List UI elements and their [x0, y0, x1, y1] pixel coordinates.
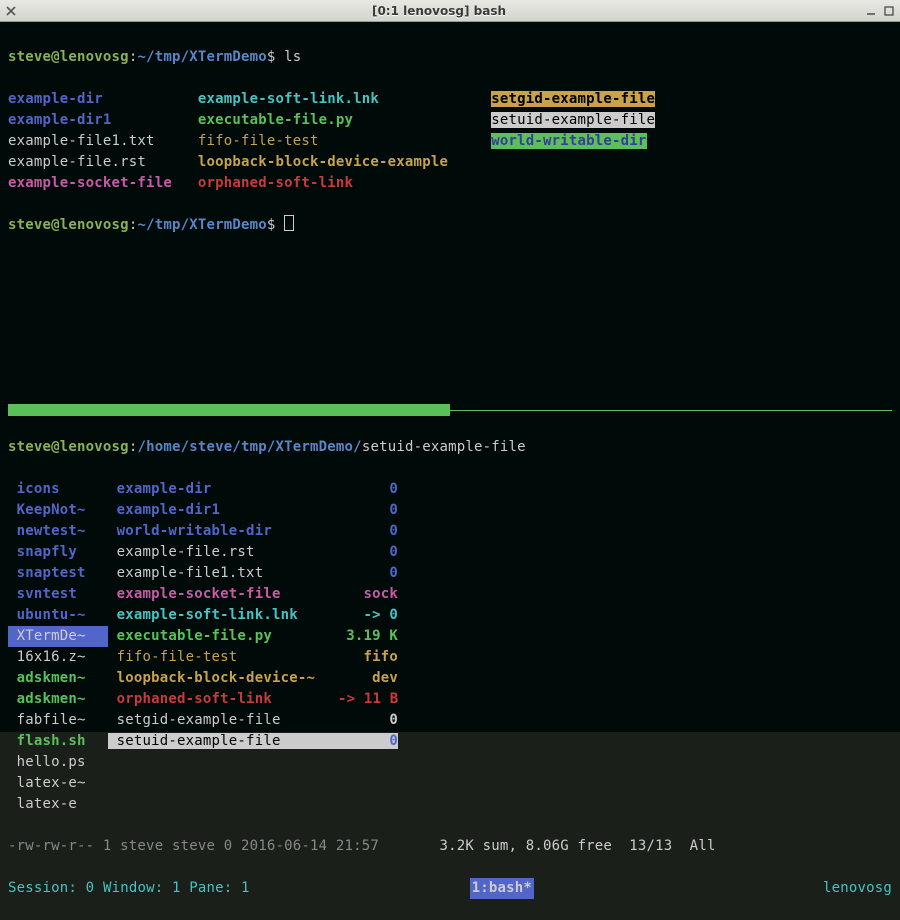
mc-left-item[interactable]: icons: [8, 479, 108, 500]
ls-row: example-dir1 executable-file.py setuid-e…: [8, 110, 892, 131]
ls-item: setuid-example-file: [491, 112, 655, 128]
mc-row[interactable]: XTermDe~ executable-file.py 3.19 K: [8, 626, 892, 647]
mc-row[interactable]: latex-e~: [8, 773, 892, 794]
pane-divider[interactable]: [8, 404, 892, 416]
close-icon[interactable]: [4, 4, 18, 18]
mc-row[interactable]: ubuntu-~ example-soft-link.lnk -> 0: [8, 605, 892, 626]
prompt-line-1: steve@lenovosg:~/tmp/XTermDemo$ ls: [8, 47, 892, 68]
mc-left-item[interactable]: adskmen~: [8, 668, 108, 689]
mc-left-item[interactable]: fabfile~: [8, 710, 108, 731]
mc-left-item[interactable]: latex-e~: [8, 773, 108, 794]
mc-row[interactable]: icons example-dir 0: [8, 479, 892, 500]
mc-left-item[interactable]: 16x16.z~: [8, 647, 108, 668]
terminal-area[interactable]: steve@lenovosg:~/tmp/XTermDemo$ ls examp…: [0, 22, 900, 732]
mc-right-item[interactable]: example-dir 0: [108, 481, 398, 497]
ls-command: ls: [284, 49, 301, 65]
mc-row[interactable]: flash.sh setuid-example-file 0: [8, 731, 892, 752]
ls-item: example-dir1: [8, 112, 198, 128]
ls-item: world-writable-dir: [491, 133, 646, 149]
mc-file-list[interactable]: icons example-dir 0 KeepNot~ example-dir…: [8, 479, 892, 815]
ls-row: example-file1.txt fifo-file-test world-w…: [8, 131, 892, 152]
prompt-line-2: steve@lenovosg:~/tmp/XTermDemo$: [8, 215, 892, 236]
ls-item: example-dir: [8, 91, 198, 107]
mc-left-item[interactable]: newtest~: [8, 521, 108, 542]
mc-row[interactable]: adskmen~ loopback-block-device-~ dev: [8, 668, 892, 689]
ls-row: example-socket-file orphaned-soft-link: [8, 173, 892, 194]
mc-row[interactable]: latex-e: [8, 794, 892, 815]
mc-right-item[interactable]: world-writable-dir 0: [108, 523, 398, 539]
tmux-status-bar: Session: 0 Window: 1 Pane: 11:bash*lenov…: [8, 878, 892, 899]
mc-right-item[interactable]: example-socket-file sock: [108, 586, 398, 602]
cursor: [284, 215, 294, 231]
mc-left-item[interactable]: adskmen~: [8, 689, 108, 710]
ls-row: example-file.rst loopback-block-device-e…: [8, 152, 892, 173]
mc-right-item[interactable]: example-file1.txt 0: [108, 565, 398, 581]
mc-row[interactable]: newtest~ world-writable-dir 0: [8, 521, 892, 542]
ls-item: example-file.rst: [8, 154, 198, 170]
mc-right-item[interactable]: fifo-file-test fifo: [108, 649, 398, 665]
mc-left-item[interactable]: snapfly: [8, 542, 108, 563]
mc-left-item[interactable]: svntest: [8, 584, 108, 605]
ls-item: orphaned-soft-link: [198, 175, 491, 191]
mc-row[interactable]: snaptest example-file1.txt 0: [8, 563, 892, 584]
mc-left-item[interactable]: ubuntu-~: [8, 605, 108, 626]
tmux-current-window[interactable]: 1:bash*: [470, 878, 534, 899]
mc-left-item[interactable]: XTermDe~: [8, 626, 108, 647]
mc-right-item[interactable]: example-file.rst 0: [108, 544, 398, 560]
mc-row[interactable]: snapfly example-file.rst 0: [8, 542, 892, 563]
ls-item: fifo-file-test: [198, 133, 491, 149]
mc-row[interactable]: hello.ps: [8, 752, 892, 773]
mc-status-line: -rw-rw-r-- 1 steve steve 0 2016-06-14 21…: [8, 836, 892, 857]
mc-left-item[interactable]: latex-e: [8, 794, 108, 815]
maximize-icon[interactable]: [882, 4, 896, 18]
mc-row[interactable]: KeepNot~ example-dir1 0: [8, 500, 892, 521]
minimize-icon[interactable]: [864, 4, 878, 18]
ls-item: example-file1.txt: [8, 133, 198, 149]
mc-left-item[interactable]: flash.sh: [8, 731, 108, 752]
mc-row[interactable]: svntest example-socket-file sock: [8, 584, 892, 605]
mc-left-item[interactable]: KeepNot~: [8, 500, 108, 521]
mc-left-item[interactable]: hello.ps: [8, 752, 108, 773]
mc-right-item[interactable]: orphaned-soft-link -> 11 B: [108, 691, 398, 707]
mc-right-item[interactable]: example-soft-link.lnk -> 0: [108, 607, 398, 623]
window-titlebar: [0:1 lenovosg] bash: [0, 0, 900, 22]
ls-row: example-dir example-soft-link.lnk setgid…: [8, 89, 892, 110]
ls-item: example-socket-file: [8, 175, 198, 191]
mc-left-item[interactable]: snaptest: [8, 563, 108, 584]
mc-right-item[interactable]: setuid-example-file 0: [108, 733, 398, 749]
window-title: [0:1 lenovosg] bash: [18, 2, 860, 20]
mc-row[interactable]: fabfile~ setgid-example-file 0: [8, 710, 892, 731]
ls-item: loopback-block-device-example: [198, 154, 491, 170]
mc-row[interactable]: adskmen~ orphaned-soft-link -> 11 B: [8, 689, 892, 710]
ls-item: executable-file.py: [198, 112, 491, 128]
mc-right-item[interactable]: setgid-example-file 0: [108, 712, 398, 728]
mc-path-line: steve@lenovosg:/home/steve/tmp/XTermDemo…: [8, 437, 892, 458]
mc-right-item[interactable]: example-dir1 0: [108, 502, 398, 518]
mc-right-item[interactable]: executable-file.py 3.19 K: [108, 628, 398, 644]
ls-output: example-dir example-soft-link.lnk setgid…: [8, 89, 892, 194]
mc-right-item[interactable]: loopback-block-device-~ dev: [108, 670, 398, 686]
ls-item: setgid-example-file: [491, 91, 655, 107]
mc-row[interactable]: 16x16.z~ fifo-file-test fifo: [8, 647, 892, 668]
ls-item: example-soft-link.lnk: [198, 91, 491, 107]
